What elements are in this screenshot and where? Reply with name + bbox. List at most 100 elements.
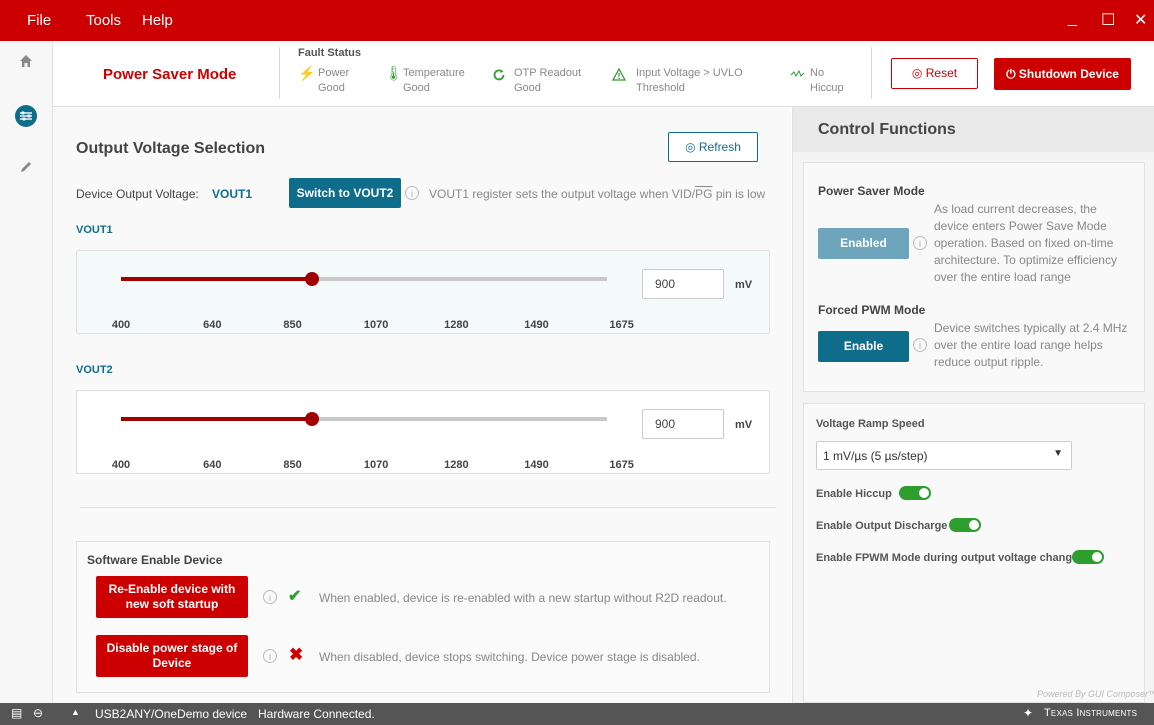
connection-label: USB2ANY/OneDemo device bbox=[95, 707, 248, 721]
tick-label: 1675 bbox=[609, 319, 634, 331]
reenable-device-button[interactable]: Re-Enable device with new soft startup bbox=[96, 576, 248, 618]
vout1-value-input[interactable]: 900 bbox=[642, 269, 724, 299]
refresh-button[interactable]: ◎ Refresh bbox=[668, 132, 758, 162]
fpwm-title: Forced PWM Mode bbox=[818, 303, 926, 317]
fpwm-enable-button[interactable]: Enable bbox=[818, 331, 909, 362]
menu-file[interactable]: File bbox=[27, 12, 51, 29]
tick-label: 400 bbox=[111, 459, 131, 471]
check-icon: ✔ bbox=[288, 588, 302, 605]
shutdown-device-button[interactable]: ⏻ Shutdown Device bbox=[994, 58, 1131, 90]
vout1-slider-thumb[interactable] bbox=[304, 272, 319, 286]
software-enable-panel: Software Enable Device Re-Enable device … bbox=[76, 541, 770, 693]
mode-title: Power Saver Mode bbox=[103, 66, 237, 83]
psm-enabled-button[interactable]: Enabled bbox=[818, 228, 909, 259]
reenable-description: When enabled, device is re-enabled with … bbox=[319, 591, 727, 605]
minimize-button[interactable]: _ bbox=[1068, 10, 1077, 28]
info-icon[interactable]: i bbox=[263, 590, 277, 604]
left-nav bbox=[0, 41, 53, 703]
fault-power-label: Power bbox=[318, 67, 350, 79]
control-functions-title: Control Functions bbox=[818, 121, 956, 138]
maximize-button[interactable]: ☐ bbox=[1101, 10, 1115, 30]
fault-status-title: Fault Status bbox=[298, 47, 361, 59]
lightning-icon: ⚡ bbox=[298, 65, 316, 81]
home-icon[interactable] bbox=[15, 53, 37, 75]
warning-triangle-icon bbox=[611, 67, 627, 84]
vout1-slider-track[interactable]: 400 640 850 1070 1280 1490 1675 bbox=[112, 272, 634, 331]
book-icon[interactable]: ▤ bbox=[11, 706, 22, 720]
fault-uvlo-state: Threshold bbox=[636, 82, 685, 94]
power-icon: ⏻ bbox=[1006, 67, 1016, 81]
info-icon[interactable]: i bbox=[913, 338, 927, 352]
brand-label: Texas Instruments bbox=[1044, 707, 1138, 719]
pencil-icon[interactable] bbox=[15, 159, 37, 181]
menu-bar: File Tools Help _ ☐ ✕ bbox=[0, 0, 1154, 41]
fault-otp-state: Good bbox=[514, 82, 541, 94]
vout2-slider-thumb[interactable] bbox=[304, 412, 319, 426]
thermometer-icon: 🌡 bbox=[385, 65, 403, 81]
hiccup-label: Enable Hiccup bbox=[816, 488, 892, 500]
vout-info-pg: PG bbox=[695, 187, 713, 201]
vout1-unit: mV bbox=[735, 279, 753, 291]
fault-hiccup-label: No bbox=[810, 67, 825, 79]
menu-tools[interactable]: Tools bbox=[86, 12, 121, 29]
info-icon[interactable]: i bbox=[263, 649, 277, 663]
settings-panel: Voltage Ramp Speed 1 mV/µs (5 µs/step) ▼… bbox=[803, 403, 1154, 703]
fault-hiccup-state: Hiccup bbox=[810, 82, 844, 94]
status-header: Power Saver Mode Fault Status ⚡ Power Goo… bbox=[53, 41, 1154, 107]
reset-label: Reset bbox=[925, 66, 958, 80]
info-icon[interactable]: i bbox=[405, 186, 419, 200]
psm-description: As load current decreases, the device en… bbox=[934, 202, 1117, 284]
tick-label: 1070 bbox=[363, 459, 389, 471]
tick-label: 1280 bbox=[444, 459, 469, 471]
close-button[interactable]: ✕ bbox=[1134, 10, 1147, 30]
divider bbox=[80, 507, 776, 508]
software-enable-title: Software Enable Device bbox=[87, 553, 223, 567]
vout1-slider-box: 400 640 850 1070 1280 1490 1675 900 mV bbox=[76, 250, 770, 334]
refresh-label: Refresh bbox=[698, 140, 741, 154]
disable-power-stage-button[interactable]: Disable power stage of Device bbox=[96, 635, 248, 677]
vout-info-suffix: pin is low bbox=[712, 187, 766, 201]
tick-label: 640 bbox=[203, 319, 222, 331]
fpwm-change-toggle[interactable] bbox=[1072, 550, 1104, 564]
divider bbox=[279, 47, 280, 99]
mode-panel: Power Saver Mode Enabled i As load curre… bbox=[803, 162, 1145, 392]
link-icon[interactable]: ⊖ bbox=[33, 706, 43, 720]
refresh-icon: ◎ bbox=[685, 140, 696, 154]
fault-uvlo-label: Input Voltage > UVLO bbox=[636, 67, 743, 79]
hiccup-toggle[interactable] bbox=[899, 486, 931, 500]
vout2-label: VOUT2 bbox=[76, 364, 113, 376]
x-icon: ✖ bbox=[289, 645, 304, 664]
ti-logo-icon: ✦ bbox=[1023, 706, 1034, 720]
ramp-speed-select[interactable]: 1 mV/µs (5 µs/step) ▼ bbox=[816, 441, 1072, 470]
vout-info-prefix: VOUT1 register sets the output voltage w… bbox=[429, 187, 696, 201]
device-output-value: VOUT1 bbox=[212, 187, 253, 201]
powered-by-label: Powered By GUI Composer™ bbox=[1037, 689, 1154, 699]
status-bar: ▤ ⊖ ▲ USB2ANY/OneDemo device Hardware Co… bbox=[0, 703, 1154, 725]
settings-sliders-icon[interactable] bbox=[15, 105, 37, 127]
vout2-slider-fill bbox=[121, 417, 312, 421]
psm-title: Power Saver Mode bbox=[818, 184, 925, 198]
output-voltage-title: Output Voltage Selection bbox=[76, 140, 266, 157]
tick-label: 640 bbox=[203, 459, 222, 471]
fpwm-change-label: Enable FPWM Mode during output voltage c… bbox=[816, 552, 1079, 564]
control-functions-header: Control Functions bbox=[793, 107, 1154, 152]
ramp-speed-label: Voltage Ramp Speed bbox=[816, 418, 925, 430]
output-discharge-label: Enable Output Discharge bbox=[816, 520, 948, 532]
tick-label: 1070 bbox=[363, 319, 389, 331]
ramp-speed-value: 1 mV/µs (5 µs/step) bbox=[823, 449, 928, 463]
fault-power-state: Good bbox=[318, 82, 345, 94]
vout2-slider-track[interactable]: 400 640 850 1070 1280 1490 1675 bbox=[112, 412, 634, 471]
refresh-circle-icon bbox=[492, 68, 506, 85]
fpwm-description: Device switches typically at 2.4 MHz ove… bbox=[934, 321, 1128, 369]
tick-label: 850 bbox=[283, 319, 302, 331]
switch-vout-button[interactable]: Switch to VOUT2 bbox=[289, 178, 401, 208]
chevron-up-icon[interactable]: ▲ bbox=[71, 707, 80, 717]
device-output-label: Device Output Voltage: bbox=[76, 187, 199, 201]
info-icon[interactable]: i bbox=[913, 236, 927, 250]
menu-help[interactable]: Help bbox=[142, 12, 173, 29]
reset-button[interactable]: ◎ Reset bbox=[891, 58, 978, 89]
tick-label: 850 bbox=[283, 459, 302, 471]
vout2-value-input[interactable]: 900 bbox=[642, 409, 724, 439]
chevron-down-icon: ▼ bbox=[1053, 448, 1063, 459]
output-discharge-toggle[interactable] bbox=[949, 518, 981, 532]
